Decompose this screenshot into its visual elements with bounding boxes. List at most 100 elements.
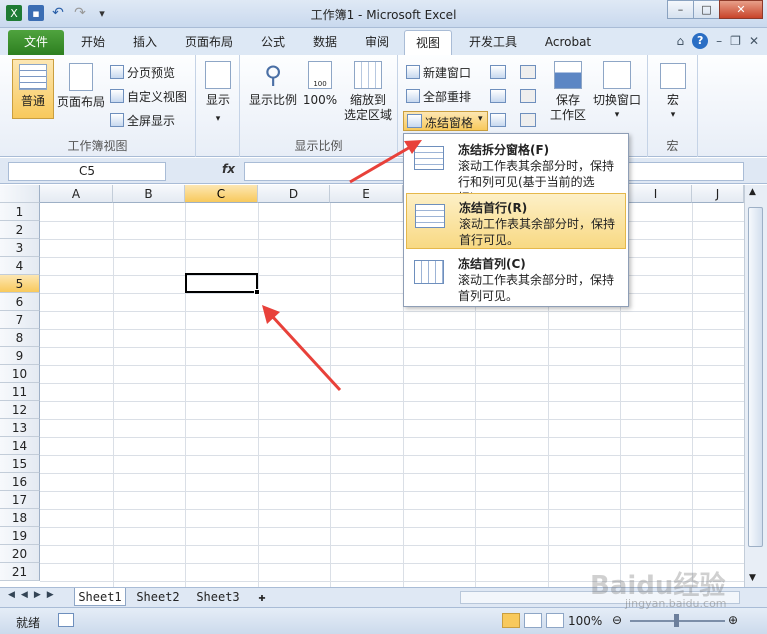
row-header[interactable]: 12 — [0, 401, 40, 419]
worksheet-grid[interactable]: A B C D E F G H I J 1 2 3 4 5 6 7 8 9 10… — [0, 185, 744, 587]
row-header-selected[interactable]: 5 — [0, 275, 40, 293]
formula-bar: C5 fx — [0, 158, 767, 184]
close-button[interactable]: ✕ — [719, 0, 763, 19]
row-header[interactable]: 6 — [0, 293, 40, 311]
row-header[interactable]: 18 — [0, 509, 40, 527]
tab-formulas[interactable]: 公式 — [250, 30, 296, 55]
tab-developer[interactable]: 开发工具 — [460, 30, 526, 55]
fill-handle[interactable] — [254, 289, 260, 295]
name-box[interactable]: C5 — [8, 162, 166, 181]
zoom-slider-thumb[interactable] — [674, 614, 679, 627]
window-title: 工作簿1 - Microsoft Excel — [310, 8, 457, 22]
row-header[interactable]: 1 — [0, 203, 40, 221]
column-header[interactable]: J — [692, 185, 744, 203]
tab-page-layout[interactable]: 页面布局 — [174, 30, 244, 55]
page-layout-button[interactable]: 页面布局 — [56, 63, 106, 110]
zoom-in-icon[interactable]: ⊕ — [728, 613, 738, 627]
row-header[interactable]: 17 — [0, 491, 40, 509]
group-label-workbook-views: 工作簿视图 — [67, 139, 128, 153]
row-header[interactable]: 16 — [0, 473, 40, 491]
window-restore-icon[interactable]: ❐ — [730, 34, 741, 48]
new-window-button[interactable]: 新建窗口 — [406, 63, 471, 81]
sheet-tab-active[interactable]: Sheet1 — [74, 588, 126, 606]
freeze-panes-button[interactable]: 冻结窗格 ▾ — [403, 111, 488, 131]
macros-button[interactable]: 宏 ▾ — [656, 63, 690, 123]
column-header[interactable]: B — [113, 185, 185, 203]
save-workspace-icon — [554, 61, 582, 89]
row-header[interactable]: 9 — [0, 347, 40, 365]
sheet-tab[interactable]: Sheet3 — [190, 588, 246, 606]
hide-icon[interactable] — [490, 89, 506, 103]
show-button[interactable]: 显示 ▾ — [202, 61, 234, 127]
scroll-down-icon[interactable]: ▼ — [749, 573, 756, 583]
page-break-preview-button[interactable]: 分页预览 — [110, 63, 175, 81]
sync-scroll-icon[interactable] — [520, 89, 536, 103]
column-header[interactable]: E — [330, 185, 403, 203]
menu-item-freeze-panes[interactable]: 冻结拆分窗格(F) 滚动工作表其余部分时，保持行和列可见(基于当前的选择)。 — [406, 136, 626, 205]
menu-item-freeze-top-row[interactable]: 冻结首行(R) 滚动工作表其余部分时，保持首行可见。 — [406, 193, 626, 249]
row-header[interactable]: 8 — [0, 329, 40, 347]
split-icon[interactable] — [490, 65, 506, 79]
insert-sheet-icon[interactable]: ✚ — [250, 588, 274, 606]
save-workspace-button[interactable]: 保存 工作区 — [548, 61, 588, 123]
row-header[interactable]: 3 — [0, 239, 40, 257]
row-header[interactable]: 10 — [0, 365, 40, 383]
macros-icon — [660, 63, 686, 89]
row-header[interactable]: 2 — [0, 221, 40, 239]
row-header[interactable]: 19 — [0, 527, 40, 545]
zoom-button[interactable]: ⚲ 显示比例 — [246, 61, 300, 108]
full-screen-button[interactable]: 全屏显示 — [110, 111, 175, 129]
row-header[interactable]: 15 — [0, 455, 40, 473]
row-header[interactable]: 13 — [0, 419, 40, 437]
zoom-out-icon[interactable]: ⊖ — [612, 613, 622, 627]
column-header[interactable]: D — [258, 185, 330, 203]
zoom-100-button[interactable]: 100 100% — [302, 61, 338, 108]
window-minimize-icon[interactable]: – — [716, 34, 722, 48]
row-header[interactable]: 14 — [0, 437, 40, 455]
row-header[interactable]: 4 — [0, 257, 40, 275]
help-icon[interactable]: ? — [692, 33, 709, 49]
macro-record-icon[interactable] — [58, 613, 74, 627]
tab-insert[interactable]: 插入 — [122, 30, 168, 55]
page-break-status-icon[interactable] — [546, 613, 564, 628]
scroll-up-icon[interactable]: ▲ — [749, 187, 756, 197]
tab-file[interactable]: 文件 — [8, 30, 64, 55]
tab-view[interactable]: 视图 — [404, 30, 452, 55]
row-header[interactable]: 21 — [0, 563, 40, 581]
window-close-icon[interactable]: ✕ — [749, 34, 759, 48]
reset-window-position-icon[interactable] — [520, 113, 536, 127]
tab-acrobat[interactable]: Acrobat — [536, 30, 600, 55]
minimize-button[interactable]: – — [667, 0, 694, 19]
custom-views-button[interactable]: 自定义视图 — [110, 87, 187, 105]
vertical-scrollbar[interactable]: ▲ ▼ — [744, 185, 767, 587]
unhide-icon[interactable] — [490, 113, 506, 127]
scroll-thumb[interactable] — [748, 207, 763, 547]
column-header-selected[interactable]: C — [185, 185, 258, 203]
column-header[interactable]: A — [40, 185, 113, 203]
column-header[interactable]: I — [620, 185, 692, 203]
normal-view-button[interactable]: 普通 — [12, 59, 54, 119]
insert-function-icon[interactable]: fx — [222, 162, 235, 176]
sheet-nav-icons[interactable]: ◀◀▶▶ — [8, 590, 60, 600]
arrange-all-button[interactable]: 全部重排 — [406, 87, 471, 105]
row-header[interactable]: 20 — [0, 545, 40, 563]
collapse-ribbon-icon[interactable]: ⌂ — [677, 34, 685, 48]
switch-windows-button[interactable]: 切换窗口 ▾ — [590, 61, 644, 123]
zoom-to-selection-button[interactable]: 缩放到 选定区域 — [340, 61, 396, 123]
tab-data[interactable]: 数据 — [302, 30, 348, 55]
page-layout-status-icon[interactable] — [524, 613, 542, 628]
tab-review[interactable]: 审阅 — [354, 30, 400, 55]
status-ready: 就绪 — [16, 616, 41, 630]
menu-item-freeze-first-column[interactable]: 冻结首列(C) 滚动工作表其余部分时，保持首列可见。 — [406, 250, 626, 306]
maximize-button[interactable]: □ — [693, 0, 720, 19]
active-cell-c5[interactable] — [185, 273, 258, 293]
sheet-tab[interactable]: Sheet2 — [130, 588, 186, 606]
row-header[interactable]: 7 — [0, 311, 40, 329]
tab-home[interactable]: 开始 — [70, 30, 116, 55]
view-side-by-side-icon[interactable] — [520, 65, 536, 79]
normal-view-status-icon[interactable] — [502, 613, 520, 628]
row-header[interactable]: 11 — [0, 383, 40, 401]
select-all-corner[interactable] — [0, 185, 40, 203]
zoom-level[interactable]: 100% — [568, 614, 602, 628]
show-dropdown-icon: ▾ — [215, 114, 221, 124]
